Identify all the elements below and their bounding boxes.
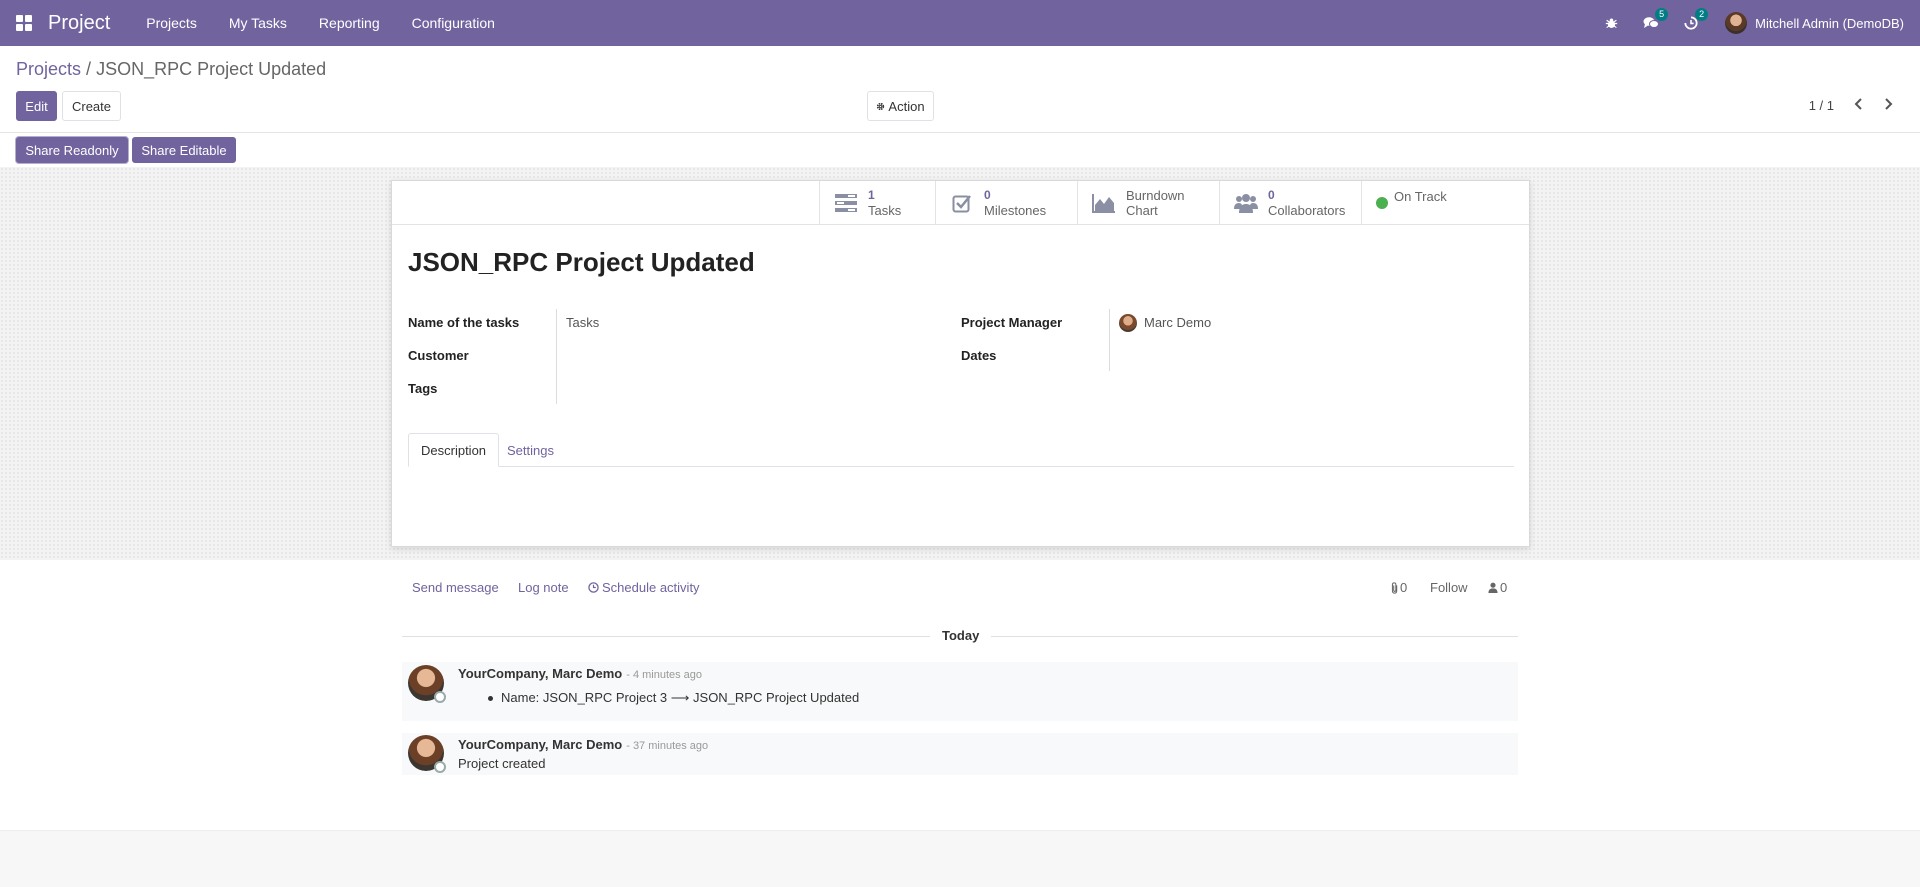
debug-bug-icon[interactable] (1603, 15, 1619, 31)
send-message-button[interactable]: Send message (412, 580, 499, 595)
smart-button-bar: 1 Tasks 0 Milestones Burndown Chart 0 Collab… (392, 181, 1529, 225)
check-square-icon (950, 191, 974, 215)
attachments-count: 0 (1400, 580, 1408, 595)
form-sheet: 1 Tasks 0 Milestones Burndown Chart 0 Collab… (391, 180, 1530, 547)
burndown-line2: Chart (1126, 203, 1158, 218)
activities-clock-icon[interactable]: 2 (1683, 8, 1709, 31)
message-timestamp: - 4 minutes ago (626, 669, 703, 681)
burndown-line1: Burndown (1126, 188, 1185, 203)
tasks-label: Tasks (868, 203, 902, 218)
followers-button[interactable]: 0 (1488, 580, 1507, 595)
users-group-icon (1234, 191, 1258, 215)
control-panel-divider (0, 132, 1920, 133)
customer-label: Customer (408, 348, 469, 363)
burndown-chart-smart-button[interactable]: Burndown Chart (1077, 181, 1219, 225)
user-icon (1488, 582, 1498, 593)
attachments-button[interactable]: 0 (1390, 580, 1407, 595)
notebook-tabs: Description Settings (408, 433, 1514, 467)
tasks-name-label: Name of the tasks (408, 315, 520, 330)
user-menu[interactable]: Mitchell Admin (DemoDB) (1725, 12, 1904, 34)
collaborators-label: Collaborators (1268, 203, 1346, 218)
milestones-count: 0 (984, 188, 991, 202)
chatter-message: YourCompany, Marc Demo - 4 minutes ago Na… (402, 662, 1518, 721)
message-author-name: YourCompany, Marc Demo (458, 737, 623, 752)
menu-configuration[interactable]: Configuration (412, 15, 495, 31)
schedule-activity-label: Schedule activity (602, 580, 700, 595)
status-smart-button[interactable]: On Track (1361, 181, 1531, 225)
clock-icon (588, 582, 599, 593)
menu-projects[interactable]: Projects (146, 15, 197, 31)
pager-previous-icon[interactable] (1853, 96, 1865, 117)
message-author-avatar[interactable] (408, 735, 446, 773)
message-author-name: YourCompany, Marc Demo (458, 666, 623, 681)
tasks-name-value[interactable]: Tasks (566, 315, 599, 330)
activities-count-badge: 2 (1695, 8, 1709, 21)
right-group-separator (1109, 309, 1110, 371)
message-body: Project created (458, 756, 546, 771)
messages-count-badge: 5 (1655, 8, 1669, 21)
tasks-smart-button[interactable]: 1 Tasks (819, 181, 935, 225)
tasks-list-icon (834, 191, 858, 215)
log-note-button[interactable]: Log note (518, 580, 569, 595)
pager-next-icon[interactable] (1882, 96, 1894, 117)
breadcrumb-separator: / (86, 59, 92, 79)
bullet-icon (488, 695, 493, 701)
status-on-track-dot (1376, 197, 1388, 209)
tags-label: Tags (408, 381, 438, 396)
day-separator-label: Today (930, 628, 992, 643)
project-manager-label: Project Manager (961, 315, 1063, 330)
project-manager-value[interactable]: Marc Demo (1144, 315, 1211, 330)
action-button-label: Action (888, 98, 925, 114)
milestones-smart-button[interactable]: 0 Milestones (935, 181, 1077, 225)
user-avatar (1725, 12, 1748, 34)
message-body: Name: JSON_RPC Project 3 ⟶ JSON_RPC Proj… (501, 690, 860, 705)
manager-avatar (1119, 314, 1137, 332)
apps-menu-icon[interactable] (16, 15, 32, 31)
breadcrumb-projects-link[interactable]: Projects (16, 59, 81, 79)
dates-label: Dates (961, 348, 997, 363)
milestones-label: Milestones (984, 203, 1047, 218)
edit-button[interactable]: Edit (16, 91, 57, 121)
followers-count: 0 (1500, 580, 1508, 595)
tab-settings[interactable]: Settings (495, 433, 566, 467)
message-tracking-value: Name: JSON_RPC Project 3 ⟶ JSON_RPC Proj… (488, 690, 859, 706)
breadcrumb: Projects / JSON_RPC Project Updated (16, 59, 326, 80)
tasks-count: 1 (868, 188, 875, 202)
presence-status-icon (434, 761, 446, 773)
message-author[interactable]: YourCompany, Marc Demo - 4 minutes ago (458, 666, 702, 681)
create-button[interactable]: Create (62, 91, 121, 121)
tab-description[interactable]: Description (408, 433, 500, 467)
message-timestamp: - 37 minutes ago (626, 740, 709, 752)
follow-button[interactable]: Follow (1430, 580, 1468, 595)
chatter-message: YourCompany, Marc Demo - 37 minutes ago P… (402, 733, 1518, 775)
left-group-separator (556, 309, 557, 404)
schedule-activity-button[interactable]: Schedule activity (588, 580, 700, 595)
user-name: Mitchell Admin (DemoDB) (1755, 15, 1904, 31)
paperclip-icon (1391, 581, 1398, 594)
menu-my-tasks[interactable]: My Tasks (229, 15, 287, 31)
page-footer-band (0, 830, 1920, 887)
app-brand[interactable]: Project (48, 12, 110, 35)
status-label: On Track (1394, 188, 1447, 204)
action-button[interactable]: Action (867, 91, 934, 121)
share-readonly-button[interactable]: Share Readonly (16, 137, 128, 163)
area-chart-icon (1092, 191, 1116, 215)
messages-icon[interactable]: 5 (1643, 8, 1669, 31)
record-title[interactable]: JSON_RPC Project Updated (408, 247, 755, 278)
message-author-avatar[interactable] (408, 665, 446, 703)
gear-icon (877, 102, 885, 110)
presence-status-icon (434, 691, 446, 703)
top-navbar: Project Projects My Tasks Reporting Conf… (0, 0, 1920, 46)
collaborators-count: 0 (1268, 188, 1275, 202)
message-author[interactable]: YourCompany, Marc Demo - 37 minutes ago (458, 737, 708, 752)
menu-reporting[interactable]: Reporting (319, 15, 380, 31)
share-editable-button[interactable]: Share Editable (132, 137, 236, 163)
collaborators-smart-button[interactable]: 0 Collaborators (1219, 181, 1361, 225)
breadcrumb-current: JSON_RPC Project Updated (96, 59, 327, 79)
pager-value[interactable]: 1 / 1 (1809, 98, 1834, 113)
